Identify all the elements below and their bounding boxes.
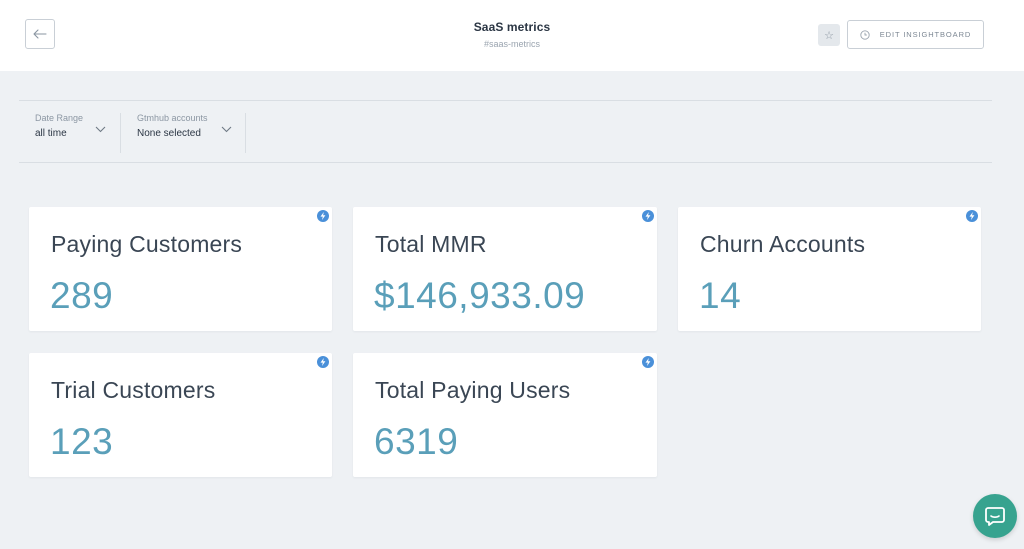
- chevron-down-icon: [95, 126, 106, 133]
- chevron-down-icon: [221, 126, 232, 133]
- metric-card-trial-customers[interactable]: Trial Customers 123: [29, 353, 332, 477]
- clock-icon: [860, 29, 870, 40]
- filter-label: Gtmhub accounts: [137, 113, 208, 123]
- metric-value: $146,933.09: [374, 275, 586, 316]
- filter-divider: [120, 113, 121, 153]
- metric-title: Trial Customers: [51, 377, 216, 403]
- chat-launcher-button[interactable]: [973, 494, 1017, 538]
- chat-bubble-icon: [985, 507, 1005, 526]
- filter-value: all time: [35, 128, 67, 139]
- gtmhub-accounts-filter[interactable]: Gtmhub accounts None selected: [137, 113, 247, 153]
- edit-insightboard-label: EDIT INSIGHTBOARD: [879, 30, 972, 39]
- bolt-icon[interactable]: [642, 210, 654, 222]
- edit-insightboard-button[interactable]: EDIT INSIGHTBOARD: [847, 20, 984, 49]
- metric-value: 6319: [374, 421, 459, 462]
- metric-card-total-mmr[interactable]: Total MMR $146,933.09: [353, 207, 657, 331]
- favorite-button[interactable]: ☆: [818, 24, 840, 46]
- metric-card-total-paying-users[interactable]: Total Paying Users 6319: [353, 353, 657, 477]
- metric-value: 14: [699, 275, 742, 316]
- top-header: SaaS metrics #saas-metrics ☆ EDIT INSIGH…: [0, 0, 1024, 71]
- metric-card-churn-accounts[interactable]: Churn Accounts 14: [678, 207, 981, 331]
- filter-bar: Date Range all time Gtmhub accounts None…: [19, 100, 992, 163]
- metric-value: 123: [50, 421, 114, 462]
- metric-title: Churn Accounts: [700, 231, 866, 257]
- bolt-icon[interactable]: [317, 356, 329, 368]
- bolt-icon[interactable]: [317, 210, 329, 222]
- metric-title: Total Paying Users: [375, 377, 571, 403]
- date-range-filter[interactable]: Date Range all time: [35, 113, 125, 153]
- metric-value: 289: [50, 275, 114, 316]
- bolt-icon[interactable]: [642, 356, 654, 368]
- star-icon: ☆: [824, 29, 834, 42]
- filter-label: Date Range: [35, 113, 84, 123]
- filter-divider: [245, 113, 246, 153]
- bolt-icon[interactable]: [966, 210, 978, 222]
- metric-card-paying-customers[interactable]: Paying Customers 289: [29, 207, 332, 331]
- metric-title: Total MMR: [375, 231, 487, 257]
- metric-title: Paying Customers: [51, 231, 243, 257]
